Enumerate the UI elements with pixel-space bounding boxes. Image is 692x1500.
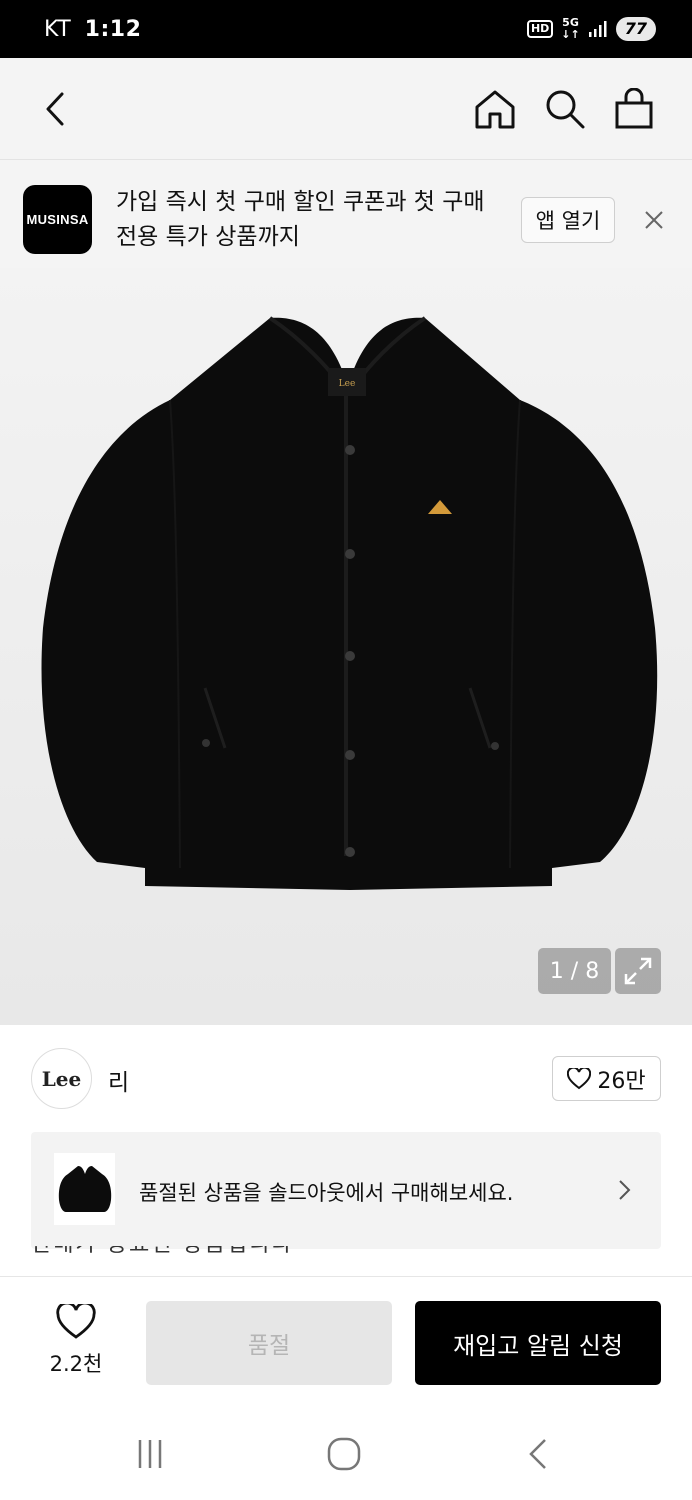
wishlist-count: 2.2천 [49, 1352, 103, 1376]
top-navigation [0, 58, 692, 160]
bottom-action-bar: 2.2천 품절 재입고 알림 신청 [0, 1276, 692, 1410]
musinsa-logo: MUSINSA [23, 185, 92, 254]
soldout-promo-card[interactable]: 품절된 상품을 솔드아웃에서 구매해보세요. [31, 1132, 661, 1249]
soldout-card-text: 품절된 상품을 솔드아웃에서 구매해보세요. [139, 1181, 514, 1205]
search-button[interactable] [542, 86, 588, 132]
back-arrow-icon [529, 1439, 546, 1469]
clipped-text-peek: 판매가 종료된 상품입니다 [31, 1246, 451, 1258]
back-button[interactable] [32, 86, 78, 132]
battery-indicator: 77 [615, 17, 656, 41]
open-app-button[interactable]: 앱 열기 [521, 197, 615, 243]
soldout-chevron [614, 1178, 634, 1202]
home-system-button[interactable] [324, 1434, 364, 1474]
image-counter: 1 / 8 [538, 948, 611, 994]
clipped-text: 판매가 종료된 상품입니다 [31, 1246, 451, 1256]
network-label: 5G [562, 16, 579, 29]
restock-alert-button[interactable]: 재입고 알림 신청 [415, 1301, 661, 1385]
jacket-thumbnail-image [58, 1166, 111, 1212]
brand-logo-text: Lee [41, 1066, 82, 1091]
search-icon [546, 90, 585, 129]
svg-text:Lee: Lee [339, 379, 356, 389]
home-button[interactable] [472, 86, 518, 132]
soldout-button: 품절 [146, 1301, 392, 1385]
hd-icon: HD [526, 20, 554, 38]
clock: 1:12 [84, 16, 142, 42]
recent-apps-button[interactable] [130, 1434, 170, 1474]
product-image-carousel[interactable]: Lee 1 / 8 [0, 268, 692, 1025]
brand-avatar[interactable]: Lee [31, 1048, 92, 1109]
recent-apps-icon [138, 1440, 162, 1468]
brand-like-button[interactable]: 26만 [552, 1056, 661, 1101]
expand-icon [624, 957, 652, 985]
home-circle-icon [327, 1437, 361, 1471]
back-system-button[interactable] [518, 1434, 558, 1474]
status-right: HD 5G ↓↑ 77 [526, 16, 656, 41]
status-left: KT 1:12 [44, 17, 141, 42]
chevron-left-icon [46, 92, 64, 126]
app-promo-banner: MUSINSA 가입 즉시 첫 구매 할인 쿠폰과 첫 구매 전용 특가 상품까… [0, 160, 692, 268]
brand-like-count: 26만 [597, 1068, 646, 1094]
product-detail-page: KT 1:12 HD 5G ↓↑ 77 MUSINSA 가입 즉시 첫 구매 할… [0, 0, 692, 1500]
chevron-right-icon [619, 1180, 631, 1200]
system-navigation-bar [0, 1410, 692, 1500]
shopping-bag-button[interactable] [611, 86, 657, 132]
musinsa-logo-text: MUSINSA [26, 212, 89, 227]
carrier-label: KT [44, 16, 72, 42]
expand-image-button[interactable] [615, 948, 661, 994]
status-bar: KT 1:12 HD 5G ↓↑ 77 [0, 0, 692, 58]
network-icon: 5G ↓↑ [561, 16, 580, 41]
heart-icon [567, 1067, 592, 1089]
product-image: Lee [41, 316, 658, 890]
heart-icon [56, 1301, 96, 1339]
wishlist-button[interactable]: 2.2천 [36, 1301, 116, 1384]
shopping-bag-icon [615, 88, 653, 129]
brand-name[interactable]: 리 [108, 1063, 129, 1097]
banner-message: 가입 즉시 첫 구매 할인 쿠폰과 첫 구매 전용 특가 상품까지 [116, 189, 485, 250]
close-icon [645, 211, 663, 229]
soldout-thumbnail [54, 1153, 115, 1225]
home-icon [475, 90, 515, 129]
signal-icon [588, 21, 607, 37]
banner-close-button[interactable] [640, 206, 668, 234]
